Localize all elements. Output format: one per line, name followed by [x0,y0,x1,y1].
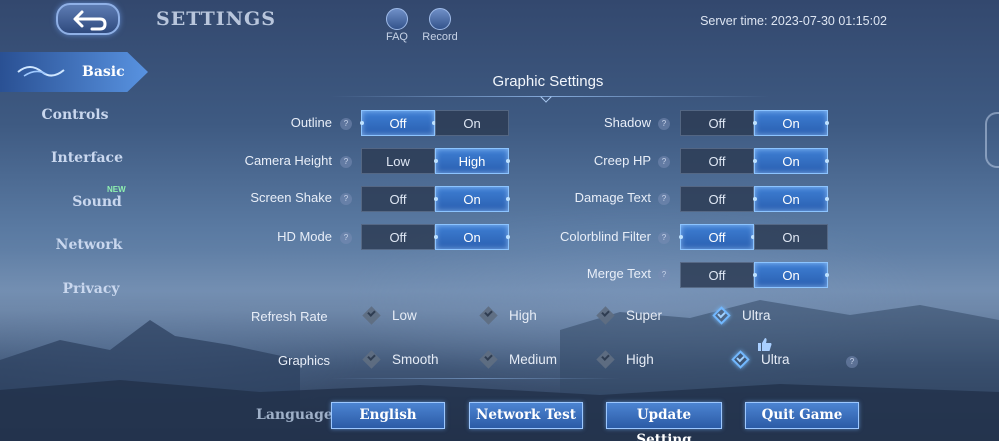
graphics-option-smooth[interactable]: Smooth [362,350,439,369]
graphics-divider [330,378,620,379]
diamond-check-icon [362,350,381,369]
option-label: High [626,352,654,367]
refresh-option-low[interactable]: Low [362,306,417,325]
option-on[interactable]: On [753,186,829,212]
toggle-outline: Off On [360,110,509,136]
option-off[interactable]: Off [680,186,754,212]
help-icon[interactable]: ? [658,232,670,244]
setting-label: Merge Text [586,266,651,281]
language-label: Language [256,407,333,423]
language-button[interactable]: English [331,402,445,429]
option-off[interactable]: Off [680,148,754,174]
nav-item-privacy[interactable]: Privacy [16,281,166,297]
new-badge: NEW [107,185,126,194]
refresh-option-ultra[interactable]: Ultra [712,306,771,325]
record-icon [429,8,451,30]
page-title: SETTINGS [156,8,277,30]
background-mountains [0,300,999,441]
diamond-check-selected-icon [712,306,731,325]
nav-item-network[interactable]: Network [14,237,164,253]
option-on[interactable]: On [753,110,829,136]
setting-label: Creep HP [593,153,651,168]
option-on[interactable]: On [753,148,829,174]
help-icon[interactable]: ? [658,156,670,168]
refresh-option-high[interactable]: High [479,306,537,325]
option-on[interactable]: On [753,262,829,288]
toggle-creep-hp: Off On [680,148,829,174]
option-label: Ultra [761,352,790,367]
refresh-option-super[interactable]: Super [596,306,663,325]
server-time: Server time: 2023-07-30 01:15:02 [700,14,887,28]
option-label: Ultra [742,308,771,323]
setting-label: Damage Text [574,190,651,205]
toggle-screen-shake: Off On [361,186,510,212]
option-label: Super [626,308,663,323]
diamond-check-icon [596,350,615,369]
toggle-shadow: Off On [680,110,829,136]
option-on[interactable]: On [754,224,828,250]
nav-item-controls[interactable]: Controls [0,107,150,123]
side-panel-handle[interactable] [985,112,999,168]
graphics-label: Graphics [278,353,331,368]
faq-icon [386,8,408,30]
toggle-damage-text: Off On [680,186,829,212]
nav-label-basic: Basic [82,64,125,80]
setting-label: Screen Shake [250,190,332,205]
setting-label: Shadow [604,115,651,130]
record-label: Record [422,31,458,43]
help-icon[interactable]: ? [658,269,670,281]
option-label: High [509,308,537,323]
section-title: Graphic Settings [492,73,604,90]
option-off[interactable]: Off [680,262,754,288]
option-off[interactable]: Off [360,110,436,136]
diamond-check-icon [479,350,498,369]
help-icon[interactable]: ? [340,118,352,130]
network-test-button[interactable]: Network Test [469,402,583,429]
update-setting-button[interactable]: Update Setting [606,402,722,441]
option-label: Smooth [392,352,439,367]
diamond-check-icon [362,306,381,325]
swirl-icon [17,66,65,77]
help-icon[interactable]: ? [846,356,858,368]
toggle-camera-height: Low High [361,148,510,174]
refresh-rate-label: Refresh Rate [251,309,328,324]
quit-game-button[interactable]: Quit Game [745,402,859,429]
setting-label: Colorblind Filter [559,229,651,244]
setting-label: Camera Height [244,153,332,168]
help-icon[interactable]: ? [658,118,670,130]
diamond-check-selected-icon [731,350,750,369]
graphics-option-ultra[interactable]: Ultra [731,350,790,369]
graphics-option-high[interactable]: High [596,350,654,369]
diamond-check-icon [596,306,615,325]
toggle-colorblind-filter: Off On [679,224,828,250]
help-icon[interactable]: ? [340,193,352,205]
toggle-hd-mode: Off On [361,224,510,250]
help-icon[interactable]: ? [340,232,352,244]
option-off[interactable]: Off [679,224,755,250]
nav-item-sound[interactable]: Sound [22,194,172,210]
help-icon[interactable]: ? [658,193,670,205]
option-off[interactable]: Off [680,110,754,136]
setting-label: HD Mode [277,229,332,244]
setting-label: Outline [290,115,332,130]
record-button[interactable]: Record [415,8,465,43]
option-off[interactable]: Off [361,186,435,212]
option-off[interactable]: Off [361,224,435,250]
back-button[interactable] [56,3,120,35]
nav-item-basic[interactable]: Basic [0,52,148,92]
toggle-merge-text: Off On [680,262,829,288]
back-arrow-icon [73,10,107,31]
option-label: Medium [509,352,558,367]
diamond-check-icon [479,306,498,325]
thumbs-up-icon [758,338,772,351]
nav-item-interface[interactable]: Interface [12,150,162,166]
help-icon[interactable]: ? [340,156,352,168]
option-label: Low [392,308,417,323]
graphics-option-medium[interactable]: Medium [479,350,558,369]
option-low[interactable]: Low [361,148,435,174]
